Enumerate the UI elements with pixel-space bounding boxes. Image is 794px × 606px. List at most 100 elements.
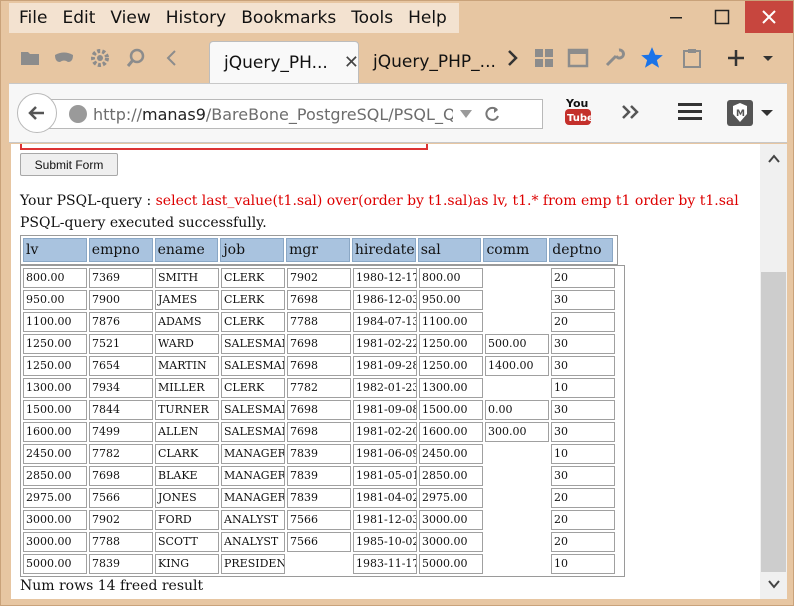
tab-title: jQuery_PH... — [224, 52, 328, 73]
browser-window: File Edit View History Bookmarks Tools H… — [0, 0, 794, 606]
reload-icon[interactable] — [483, 105, 501, 123]
table-cell-sal: 5000.00 — [419, 554, 483, 574]
table-cell-ename: SMITH — [155, 268, 219, 288]
table-row: 1500.00 7844 TURNER SALESMAN 7698 1981-09-08 1… — [23, 400, 622, 420]
back-button[interactable] — [17, 93, 57, 133]
table-cell-mgr: 7698 — [287, 334, 351, 354]
table-cell-hiredate: 1981-06-09 — [353, 444, 417, 464]
menu-bookmarks[interactable]: Bookmarks — [241, 8, 336, 28]
query-input[interactable] — [20, 144, 428, 150]
plus-icon[interactable] — [725, 47, 747, 69]
table-cell-sal: 1500.00 — [419, 400, 483, 420]
table-cell-lv: 2975.00 — [23, 488, 87, 508]
youtube-icon[interactable]: You Tube — [565, 94, 594, 135]
svg-text:Tube: Tube — [567, 113, 591, 124]
tab-title-inactive: jQuery_PHP_... — [373, 52, 496, 72]
tab-inactive[interactable]: jQuery_PHP_... — [369, 41, 499, 83]
column-header-hiredate: hiredate — [351, 238, 416, 262]
table-row: 2975.00 7566 JONES MANAGER 7839 1981-04-02 297… — [23, 488, 622, 508]
table-cell-job: MANAGER — [221, 444, 285, 464]
table-cell-job: SALESMAN — [221, 334, 285, 354]
scroll-down-icon[interactable] — [767, 577, 781, 591]
table-cell-empno: 7369 — [89, 268, 153, 288]
column-header-ename: ename — [154, 238, 219, 262]
clipboard-icon[interactable] — [681, 47, 703, 69]
menu-tools[interactable]: Tools — [351, 8, 393, 28]
table-cell-mgr: 7902 — [287, 268, 351, 288]
wrench-icon[interactable] — [603, 47, 625, 69]
table-cell-hiredate: 1981-02-20 — [353, 422, 417, 442]
table-cell-comm — [485, 532, 549, 552]
table-cell-hiredate: 1981-09-08 — [353, 400, 417, 420]
chevron-left-icon[interactable] — [161, 47, 183, 69]
table-cell-sal: 3000.00 — [419, 510, 483, 530]
table-cell-hiredate: 1980-12-17 — [353, 268, 417, 288]
menu-view[interactable]: View — [110, 8, 150, 28]
table-cell-ename: ALLEN — [155, 422, 219, 442]
table-cell-lv: 1100.00 — [23, 312, 87, 332]
table-cell-deptno: 10 — [551, 378, 615, 398]
tab-active[interactable]: jQuery_PH... ✕ — [209, 41, 359, 83]
chevron-down-icon[interactable] — [761, 47, 775, 69]
footer-message: Num rows 14 freed result — [20, 578, 204, 594]
search-icon[interactable] — [125, 47, 147, 69]
minimize-button[interactable] — [653, 1, 699, 33]
table-cell-lv: 1500.00 — [23, 400, 87, 420]
table-row: 1250.00 7654 MARTIN SALESMAN 7698 1981-09-28 1… — [23, 356, 622, 376]
star-icon[interactable] — [639, 45, 665, 71]
url-bar[interactable]: http://manas9/BareBone_PostgreSQL/PSQL_Q… — [49, 99, 543, 129]
vertical-scrollbar[interactable] — [760, 144, 787, 599]
overflow-icon[interactable] — [621, 104, 641, 120]
table-cell-hiredate: 1982-01-23 — [353, 378, 417, 398]
table-cell-empno: 7788 — [89, 532, 153, 552]
table-row: 2850.00 7698 BLAKE MANAGER 7839 1981-05-01 285… — [23, 466, 622, 486]
table-cell-deptno: 20 — [551, 510, 615, 530]
table-cell-ename: WARD — [155, 334, 219, 354]
table-cell-job: SALESMAN — [221, 356, 285, 376]
table-cell-hiredate: 1981-05-01 — [353, 466, 417, 486]
table-row: 5000.007839KINGPRESIDENT1983-11-175000.0… — [23, 554, 622, 574]
maximize-button[interactable] — [699, 1, 745, 33]
table-cell-mgr: 7698 — [287, 400, 351, 420]
table-row: 1300.00 7934 MILLER CLERK 7782 1982-01-23 1300… — [23, 378, 622, 398]
scroll-up-icon[interactable] — [767, 152, 781, 166]
mask-icon[interactable] — [53, 47, 75, 69]
table-cell-empno: 7876 — [89, 312, 153, 332]
gear-icon[interactable] — [89, 47, 111, 69]
table-row: 1250.00 7521 WARD SALESMAN 7698 1981-02-22 125… — [23, 334, 622, 354]
tab-close-icon[interactable]: ✕ — [344, 52, 359, 73]
column-header-mgr: mgr — [286, 238, 350, 262]
table-cell-job: CLERK — [221, 378, 285, 398]
table-row: 1100.00 7876 ADAMS CLERK 7788 1984-07-13 1100.… — [23, 312, 622, 332]
hamburger-menu-icon[interactable] — [677, 100, 703, 124]
menu-file[interactable]: File — [19, 8, 47, 28]
scroll-thumb[interactable] — [761, 272, 786, 572]
table-cell-lv: 5000.00 — [23, 554, 87, 574]
table-row: 2450.00 7782 CLARK MANAGER 7839 1981-06-09 245… — [23, 444, 622, 464]
table-cell-empno: 7654 — [89, 356, 153, 376]
submit-button[interactable]: Submit Form — [20, 153, 118, 176]
svg-text:You: You — [565, 97, 588, 110]
table-cell-empno: 7782 — [89, 444, 153, 464]
table-cell-ename: BLAKE — [155, 466, 219, 486]
window-icon[interactable] — [567, 47, 589, 69]
table-cell-ename: MILLER — [155, 378, 219, 398]
table-cell-comm — [485, 444, 549, 464]
header-table: lv empno ename job mgr hiredate sal comm deptno — [20, 235, 618, 265]
header-row: lv empno ename job mgr hiredate sal comm deptno — [23, 238, 615, 262]
menu-history[interactable]: History — [166, 8, 226, 28]
table-cell-job: CLERK — [221, 268, 285, 288]
table-cell-ename: JONES — [155, 488, 219, 508]
menu-edit[interactable]: Edit — [62, 8, 95, 28]
close-window-button[interactable] — [745, 1, 793, 33]
table-cell-comm — [485, 488, 549, 508]
url-dropdown-icon[interactable] — [459, 108, 473, 120]
table-cell-sal: 800.00 — [419, 268, 483, 288]
folder-icon[interactable] — [19, 47, 41, 69]
grid-icon[interactable] — [533, 47, 555, 69]
results-table: 800.00 7369 SMITH CLERK 7902 1980-12-17 800.00… — [20, 265, 625, 577]
chevron-right-icon[interactable] — [501, 47, 523, 69]
extension-shield-icon[interactable]: M — [725, 98, 773, 128]
menu-help[interactable]: Help — [408, 8, 447, 28]
table-cell-mgr: 7698 — [287, 290, 351, 310]
